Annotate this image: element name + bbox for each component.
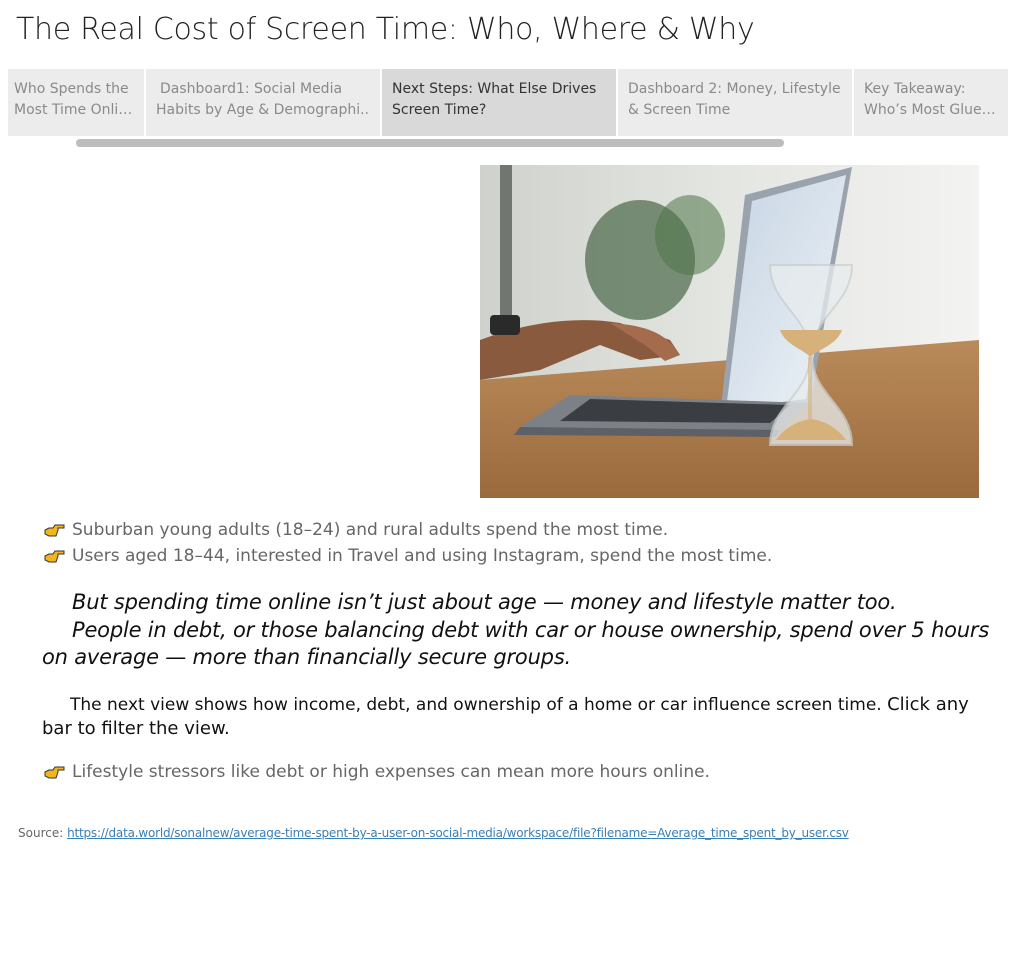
bullet-text: Suburban young adults (18–24) and rural … — [72, 520, 669, 540]
tab-label-line2: Most Time Onlin.. — [14, 102, 136, 118]
tab-label-line2: & Screen Time — [628, 102, 731, 118]
tab-label-line1: Next Steps: What Else Drives — [392, 81, 597, 97]
list-item: Suburban young adults (18–24) and rural … — [44, 520, 668, 540]
tab-label-line1: Dashboard 2: Money, Lifestyle — [628, 81, 841, 97]
tab-key-takeaway[interactable]: Key Takeaway: Who’s Most Glued .. — [854, 69, 1008, 136]
emphasis-line: But spending time online isn’t just abou… — [72, 590, 897, 614]
pointing-hand-icon — [44, 766, 65, 779]
paragraph-main-text: The next view shows how income, debt, an… — [70, 695, 882, 715]
tabs-scrollbar[interactable] — [76, 139, 784, 147]
bullet-text: Lifestyle stressors like debt or high ex… — [72, 762, 710, 782]
hero-image-laptop-hourglass — [480, 165, 979, 498]
list-item: Users aged 18–44, interested in Travel a… — [44, 546, 772, 566]
list-item: Lifestyle stressors like debt or high ex… — [44, 762, 710, 782]
tab-who-spends[interactable]: Who Spends the Most Time Onlin.. — [8, 69, 144, 136]
tab-label-line1: Key Takeaway: — [864, 81, 966, 97]
tab-label-line2: Screen Time? — [392, 102, 487, 118]
laptop-hourglass-illustration — [480, 165, 979, 498]
page-title: The Real Cost of Screen Time: Who, Where… — [16, 12, 755, 47]
tab-next-steps[interactable]: Next Steps: What Else Drives Screen Time… — [382, 69, 616, 136]
source-label: Source: — [18, 826, 64, 840]
emphasis-paragraph: But spending time online isn’t just abou… — [42, 589, 992, 672]
source-link[interactable]: https://data.world/sonalnew/average-time… — [67, 826, 849, 840]
pointing-hand-icon — [44, 550, 65, 563]
story-tabs: Who Spends the Most Time Onlin.. Dashboa… — [8, 69, 1008, 136]
source-citation: Source: https://data.world/sonalnew/aver… — [18, 826, 849, 840]
tab-label-line2: Habits by Age & Demographi.. — [156, 102, 370, 118]
emphasis-line: People in debt, or those balancing debt … — [72, 617, 990, 642]
tab-label-line1: Dashboard1: Social Media — [160, 81, 343, 97]
emphasis-line: on average — more than financially secur… — [42, 645, 572, 669]
intro-paragraph: The next view shows how income, debt, an… — [42, 693, 992, 741]
tab-label-line2: Who’s Most Glued .. — [864, 102, 1000, 118]
pointing-hand-icon — [44, 524, 65, 537]
tab-label-line1: Who Spends the — [14, 81, 129, 97]
bullet-text: Users aged 18–44, interested in Travel a… — [72, 546, 773, 566]
tab-dashboard2[interactable]: Dashboard 2: Money, Lifestyle & Screen T… — [618, 69, 852, 136]
tab-dashboard1[interactable]: Dashboard1: Social Media Habits by Age &… — [146, 69, 380, 136]
